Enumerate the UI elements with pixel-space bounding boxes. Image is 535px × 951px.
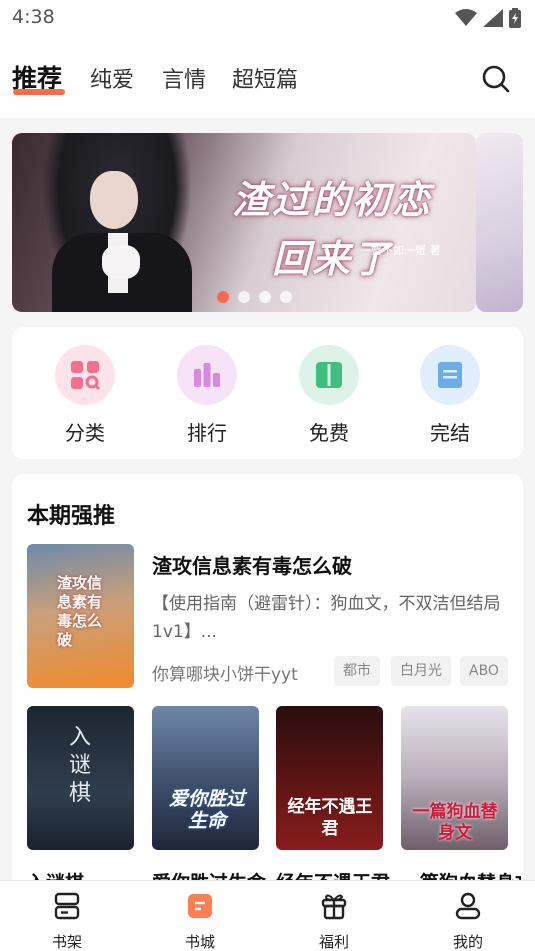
banner-next-slide[interactable] [476, 133, 523, 312]
nav-welfare-label: 福利 [318, 933, 349, 951]
tag-chip[interactable]: ABO [460, 656, 508, 686]
bookshelf-icon [54, 892, 80, 920]
book-card[interactable]: 入谜棋 入谜棋 [27, 706, 134, 894]
featured-cover-title: 渣攻信息素有毒怎么破 [57, 574, 103, 649]
battery-icon [509, 8, 521, 28]
nav-bookstore-label: 书城 [184, 933, 215, 951]
book-open-icon [299, 345, 359, 405]
nav-mine-label: 我的 [452, 933, 483, 951]
book-cover: 经年不遇王君 [276, 706, 383, 850]
book-cover: 入谜棋 [27, 706, 134, 850]
banner-title-line1: 渣过的初恋 [231, 177, 432, 222]
tab-short[interactable]: 超短篇 [232, 62, 298, 94]
entry-free-label: 免费 [309, 421, 349, 445]
status-time: 4:38 [12, 6, 55, 28]
featured-section: 本期强推 渣攻信息素有毒怎么破 渣攻信息素有毒怎么破 【使用指南（避雷针）：狗血… [12, 474, 523, 894]
book-cover-title: 一篇狗血替身文 [412, 802, 498, 843]
book-cover-title: 入谜棋 [69, 725, 92, 806]
category-icon [55, 345, 115, 405]
entry-free[interactable]: 免费 [289, 345, 369, 446]
book-cover-title: 爱你胜过生命 [168, 788, 245, 832]
system-icons [455, 8, 521, 28]
featured-book-cover[interactable]: 渣攻信息素有毒怎么破 [27, 544, 134, 688]
section-title: 本期强推 [27, 504, 116, 529]
book-card[interactable]: 一篇狗血替身文 一篇狗血替身文 [401, 706, 521, 894]
entry-category-label: 分类 [65, 421, 105, 445]
banner-illustration [42, 133, 192, 312]
tab-bl[interactable]: 纯爱 [90, 62, 134, 94]
quick-entry-panel: 分类 排行 免费 完结 [12, 327, 523, 459]
entry-category[interactable]: 分类 [45, 345, 125, 446]
book-cover: 一篇狗血替身文 [401, 706, 508, 850]
featured-book-title[interactable]: 渣攻信息素有毒怎么破 [152, 550, 352, 579]
tag-chip[interactable]: 都市 [334, 656, 380, 686]
carousel-dot [238, 291, 250, 303]
bookstore-icon [188, 894, 212, 918]
active-tab-indicator [13, 89, 65, 95]
book-cover: 爱你胜过生命 [152, 706, 259, 850]
user-icon [455, 892, 481, 920]
carousel-dot [280, 291, 292, 303]
signal-icon [483, 9, 503, 27]
gift-icon [321, 894, 347, 920]
carousel-dot [217, 291, 229, 303]
entry-finished-label: 完结 [430, 421, 470, 445]
nav-bookshelf[interactable]: 书架 [27, 891, 107, 951]
ranking-icon [177, 345, 237, 405]
search-icon[interactable] [481, 64, 511, 94]
nav-bookstore[interactable]: 书城 [160, 891, 240, 951]
tag-chip[interactable]: 白月光 [391, 656, 451, 686]
wifi-icon [455, 9, 477, 26]
tab-romance[interactable]: 言情 [162, 62, 206, 94]
carousel-dot [259, 291, 271, 303]
carousel-indicator [217, 291, 292, 303]
entry-ranking[interactable]: 排行 [167, 345, 247, 446]
bottom-nav-bar: 书架 书城 福利 我的 [0, 880, 535, 951]
entry-finished[interactable]: 完结 [410, 345, 490, 446]
featured-book-description: 【使用指南（避雷针）：狗血文，不双洁但结局1v1】... [152, 594, 501, 642]
nav-mine[interactable]: 我的 [428, 891, 508, 951]
book-cover-title: 经年不遇王君 [287, 797, 373, 839]
top-tab-bar: 推荐 纯爱 言情 超短篇 [0, 40, 535, 118]
nav-welfare[interactable]: 福利 [294, 891, 374, 951]
book-card[interactable]: 经年不遇王君 经年不遇王君 [276, 706, 390, 894]
entry-ranking-label: 排行 [187, 421, 227, 445]
banner-title: 渣过的初恋 回来了 [202, 169, 462, 283]
banner-slide[interactable]: 渣过的初恋 回来了 [12, 133, 476, 312]
document-icon [420, 345, 480, 405]
featured-book-author: 你算哪块小饼干yyt [152, 665, 298, 685]
nav-bookshelf-label: 书架 [51, 933, 82, 951]
banner-author: 一蟹不如一蟹 著 [360, 244, 441, 257]
book-card[interactable]: 爱你胜过生命 爱你胜过生命 [152, 706, 266, 894]
status-bar: 4:38 [0, 0, 535, 40]
